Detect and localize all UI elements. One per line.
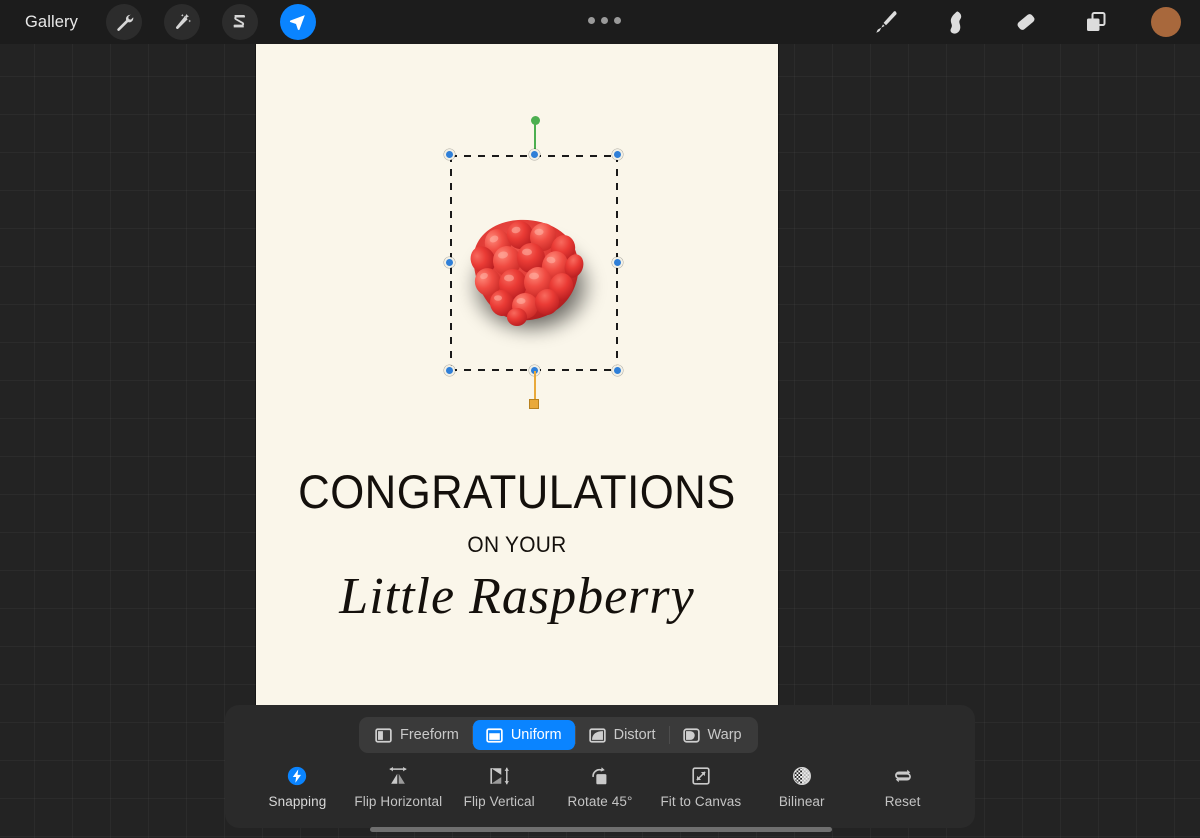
gallery-button[interactable]: Gallery <box>19 10 84 35</box>
smudge-icon <box>942 8 970 36</box>
home-indicator <box>370 827 832 832</box>
selection-button[interactable] <box>222 4 258 40</box>
uniform-icon <box>486 727 503 744</box>
layers-icon <box>1082 8 1110 36</box>
adjustments-wand-button[interactable] <box>164 4 200 40</box>
handle-middle-left[interactable] <box>444 257 455 268</box>
transform-arrow-icon <box>287 12 308 33</box>
magic-wand-icon <box>172 12 192 32</box>
tool-label: Fit to Canvas <box>660 794 741 809</box>
layers-button[interactable] <box>1078 4 1114 40</box>
handle-top-right[interactable] <box>612 149 623 160</box>
tool-label: Flip Horizontal <box>354 794 442 809</box>
segment-label: Uniform <box>511 727 562 743</box>
right-tool-group <box>868 4 1184 40</box>
handle-bottom-right[interactable] <box>612 365 623 376</box>
eraser-button[interactable] <box>1008 4 1044 40</box>
left-tool-group <box>106 4 316 40</box>
dot <box>588 17 595 24</box>
handle-top-center[interactable] <box>529 149 540 160</box>
center-point-handle[interactable] <box>529 399 539 409</box>
rotation-handle[interactable] <box>531 116 540 125</box>
snapping-bolt-icon <box>286 763 308 787</box>
transform-mode-segmented-control: Freeform Uniform Distort Warp <box>359 717 758 753</box>
reset-icon <box>891 763 915 787</box>
tool-flip-vertical[interactable]: Flip Vertical <box>449 763 550 809</box>
current-color-swatch <box>1151 7 1181 37</box>
tool-bilinear[interactable]: Bilinear <box>751 763 852 809</box>
dot <box>614 17 621 24</box>
tool-reset[interactable]: Reset <box>852 763 953 809</box>
segment-label: Distort <box>614 727 656 743</box>
tool-label: Rotate 45° <box>568 794 633 809</box>
tool-fit-to-canvas[interactable]: Fit to Canvas <box>650 763 751 809</box>
handle-top-left[interactable] <box>444 149 455 160</box>
segment-distort[interactable]: Distort <box>576 720 669 750</box>
color-swatch-button[interactable] <box>1148 4 1184 40</box>
transform-button[interactable] <box>280 4 316 40</box>
warp-icon <box>683 727 700 744</box>
segment-label: Warp <box>708 727 742 743</box>
overflow-menu-button[interactable] <box>588 17 621 24</box>
segment-uniform[interactable]: Uniform <box>473 720 575 750</box>
tool-snapping[interactable]: Snapping <box>247 763 348 809</box>
tool-label: Bilinear <box>779 794 825 809</box>
handle-middle-right[interactable] <box>612 257 623 268</box>
segment-freeform[interactable]: Freeform <box>362 720 472 750</box>
paint-brush-button[interactable] <box>868 4 904 40</box>
bilinear-icon <box>791 763 813 787</box>
brush-icon <box>872 8 900 36</box>
handle-bottom-left[interactable] <box>444 365 455 376</box>
tool-label: Snapping <box>269 794 327 809</box>
fit-to-canvas-icon <box>690 763 712 787</box>
segment-label: Freeform <box>400 727 459 743</box>
wrench-icon <box>114 12 134 32</box>
transform-selection-box[interactable] <box>450 155 618 371</box>
distort-icon <box>589 727 606 744</box>
eraser-icon <box>1012 8 1040 36</box>
freeform-icon <box>375 727 392 744</box>
segment-warp[interactable]: Warp <box>670 720 755 750</box>
transform-panel: Freeform Uniform Distort Warp <box>225 705 975 828</box>
card-headline: CONGRATULATIONS <box>274 468 759 515</box>
actions-wrench-button[interactable] <box>106 4 142 40</box>
transform-actions-row: Snapping Flip Horizontal <box>225 763 975 823</box>
flip-vertical-icon <box>486 763 512 787</box>
tool-flip-horizontal[interactable]: Flip Horizontal <box>348 763 449 809</box>
rotate-45-icon <box>588 763 612 787</box>
dot <box>601 17 608 24</box>
tool-label: Reset <box>885 794 921 809</box>
tool-label: Flip Vertical <box>464 794 535 809</box>
card-subline: ON YOUR <box>269 532 765 558</box>
tool-rotate-45[interactable]: Rotate 45° <box>550 763 651 809</box>
card-script-line: Little Raspberry <box>256 564 778 629</box>
selection-icon <box>230 12 250 32</box>
top-toolbar: Gallery <box>0 0 1200 44</box>
smudge-button[interactable] <box>938 4 974 40</box>
flip-horizontal-icon <box>385 763 411 787</box>
